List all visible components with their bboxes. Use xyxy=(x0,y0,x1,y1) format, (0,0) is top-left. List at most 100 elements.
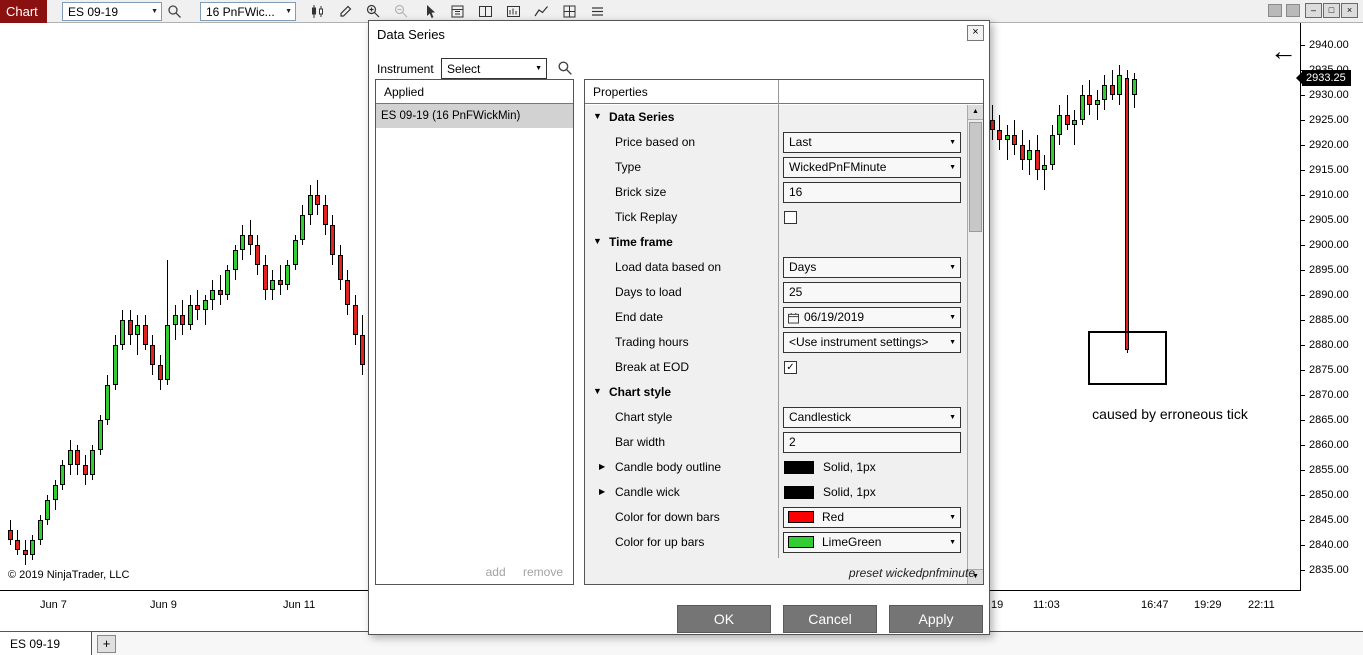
grid-icon[interactable] xyxy=(558,3,580,20)
color-for-up-bars-dropdown[interactable]: LimeGreen ▼ xyxy=(783,532,961,553)
candle-body xyxy=(22,550,28,555)
chevron-down-icon: ▼ xyxy=(949,339,956,346)
chevron-collapsed-icon[interactable]: ▶ xyxy=(599,487,605,496)
instrument-select-value: Select xyxy=(447,61,481,76)
color-for-down-bars-dropdown[interactable]: Red ▼ xyxy=(783,507,961,528)
series-dropdown[interactable]: 16 PnFWic... ▼ xyxy=(200,2,296,21)
type-dropdown[interactable]: WickedPnFMinute ▼ xyxy=(783,157,961,178)
section-data-series[interactable]: ▼ Data Series xyxy=(585,105,967,130)
applied-header: Applied xyxy=(376,80,573,104)
break-at-eod-checkbox[interactable]: ✓ xyxy=(783,357,961,378)
instrument-dropdown-value: ES 09-19 xyxy=(68,4,119,19)
load-data-based-on-dropdown[interactable]: Days ▼ xyxy=(783,257,961,278)
log-icon[interactable] xyxy=(586,3,608,20)
candle-body xyxy=(1027,150,1032,160)
candle-body xyxy=(1079,95,1085,120)
candle-body xyxy=(1117,75,1122,95)
property-row-brick-size: Brick size 16 xyxy=(585,180,967,205)
arrow-annotation[interactable]: ← xyxy=(1270,36,1297,67)
property-label: Chart style xyxy=(615,410,673,424)
zoom-out-icon[interactable] xyxy=(390,3,412,20)
tab-es-09-19[interactable]: ES 09-19 xyxy=(0,632,92,655)
candle-wick xyxy=(1006,125,1008,160)
price-axis-tick xyxy=(1301,495,1305,496)
instrument-select-dropdown[interactable]: Select ▼ xyxy=(441,58,547,79)
brick-size-input[interactable]: 16 xyxy=(783,182,961,203)
pointer-icon[interactable] xyxy=(418,3,440,20)
checkbox-checked-icon[interactable]: ✓ xyxy=(784,361,797,374)
scrollbar-thumb[interactable] xyxy=(969,122,982,232)
candle-body xyxy=(1064,115,1070,125)
add-link[interactable]: add xyxy=(486,565,506,579)
bar-width-input[interactable]: 2 xyxy=(783,432,961,453)
price-axis-tick xyxy=(1301,320,1305,321)
series-dropdown-value: 16 PnFWic... xyxy=(206,4,275,19)
tick-replay-checkbox[interactable] xyxy=(783,207,961,228)
properties-scrollbar[interactable]: ▲ ▼ xyxy=(967,105,983,584)
price-axis-tick xyxy=(1301,545,1305,546)
candle-body xyxy=(292,240,298,265)
text-annotation[interactable]: caused by erroneous tick xyxy=(1082,406,1258,422)
candle-wick-style[interactable]: Solid, 1px xyxy=(783,482,961,503)
properties-rows: ▼ Data Series Price based on Last ▼ Type Wicke… xyxy=(585,105,967,584)
candle-body xyxy=(225,270,230,295)
price-axis-tick xyxy=(1301,220,1305,221)
section-time-frame[interactable]: ▼ Time frame xyxy=(585,230,967,255)
instrument-dropdown[interactable]: ES 09-19 ▼ xyxy=(62,2,162,21)
dialog-close-button[interactable]: × xyxy=(967,25,984,41)
last-price-marker: 2933.25 xyxy=(1296,70,1351,86)
minimize-button[interactable]: – xyxy=(1305,3,1322,18)
window-dock-icon[interactable] xyxy=(1286,4,1300,17)
color-swatch xyxy=(784,486,814,499)
panel-layout-icon[interactable] xyxy=(474,3,496,20)
chart-menu-button[interactable]: Chart xyxy=(0,0,47,23)
preset-label[interactable]: preset wickedpnfminute xyxy=(849,566,975,580)
cancel-button[interactable]: Cancel xyxy=(783,605,877,633)
candle-body-outline-style[interactable]: Solid, 1px xyxy=(783,457,961,478)
ok-button[interactable]: OK xyxy=(677,605,771,633)
style-value-label: Solid, 1px xyxy=(823,460,876,474)
days-to-load-input[interactable]: 25 xyxy=(783,282,961,303)
candle-body xyxy=(330,225,335,255)
drawing-tools-icon[interactable] xyxy=(334,3,356,20)
color-value-label: Red xyxy=(822,510,845,524)
data-box-icon[interactable] xyxy=(446,3,468,20)
scroll-up-icon[interactable]: ▲ xyxy=(968,105,983,120)
candle-body xyxy=(1034,150,1040,170)
price-based-on-dropdown[interactable]: Last ▼ xyxy=(783,132,961,153)
zoom-in-icon[interactable] xyxy=(362,3,384,20)
end-date-picker[interactable]: 06/19/2019 ▼ xyxy=(783,307,961,328)
price-axis-label: 2920.00 xyxy=(1309,139,1349,151)
chart-style-dropdown[interactable]: Candlestick ▼ xyxy=(783,407,961,428)
close-button[interactable]: × xyxy=(1341,3,1358,18)
apply-button[interactable]: Apply xyxy=(889,605,983,633)
candle-body xyxy=(1132,78,1137,95)
property-label: Trading hours xyxy=(615,335,689,349)
chevron-down-icon: ▼ xyxy=(949,139,956,146)
section-chart-style[interactable]: ▼ Chart style xyxy=(585,380,967,405)
remove-link[interactable]: remove xyxy=(523,565,563,579)
candle-body xyxy=(262,265,268,290)
candle-body xyxy=(997,130,1002,140)
section-title: Chart style xyxy=(609,385,672,399)
candlestick-chart-icon[interactable] xyxy=(306,3,328,20)
instrument-search-icon[interactable] xyxy=(557,60,575,78)
candle-wick xyxy=(1074,110,1075,145)
maximize-button[interactable]: □ xyxy=(1323,3,1340,18)
window-dock-icon[interactable] xyxy=(1268,4,1282,17)
add-tab-button[interactable]: + xyxy=(97,635,116,653)
checkbox-unchecked-icon[interactable] xyxy=(784,211,797,224)
chevron-collapsed-icon[interactable]: ▶ xyxy=(599,462,605,471)
search-icon[interactable] xyxy=(163,3,185,20)
chevron-down-icon: ▼ xyxy=(285,8,292,15)
rectangle-annotation[interactable] xyxy=(1088,331,1167,385)
price-axis-tick xyxy=(1301,370,1305,371)
chevron-down-icon: ▼ xyxy=(949,514,956,521)
applied-series-item[interactable]: ES 09-19 (16 PnFWickMin) xyxy=(376,104,573,128)
price-axis-label: 2900.00 xyxy=(1309,239,1349,251)
trading-hours-dropdown[interactable]: <Use instrument settings> ▼ xyxy=(783,332,961,353)
candle-body xyxy=(52,485,58,500)
indicator-panel-icon[interactable] xyxy=(502,3,524,20)
line-chart-icon[interactable] xyxy=(530,3,552,20)
chevron-down-icon: ▼ xyxy=(949,314,956,321)
